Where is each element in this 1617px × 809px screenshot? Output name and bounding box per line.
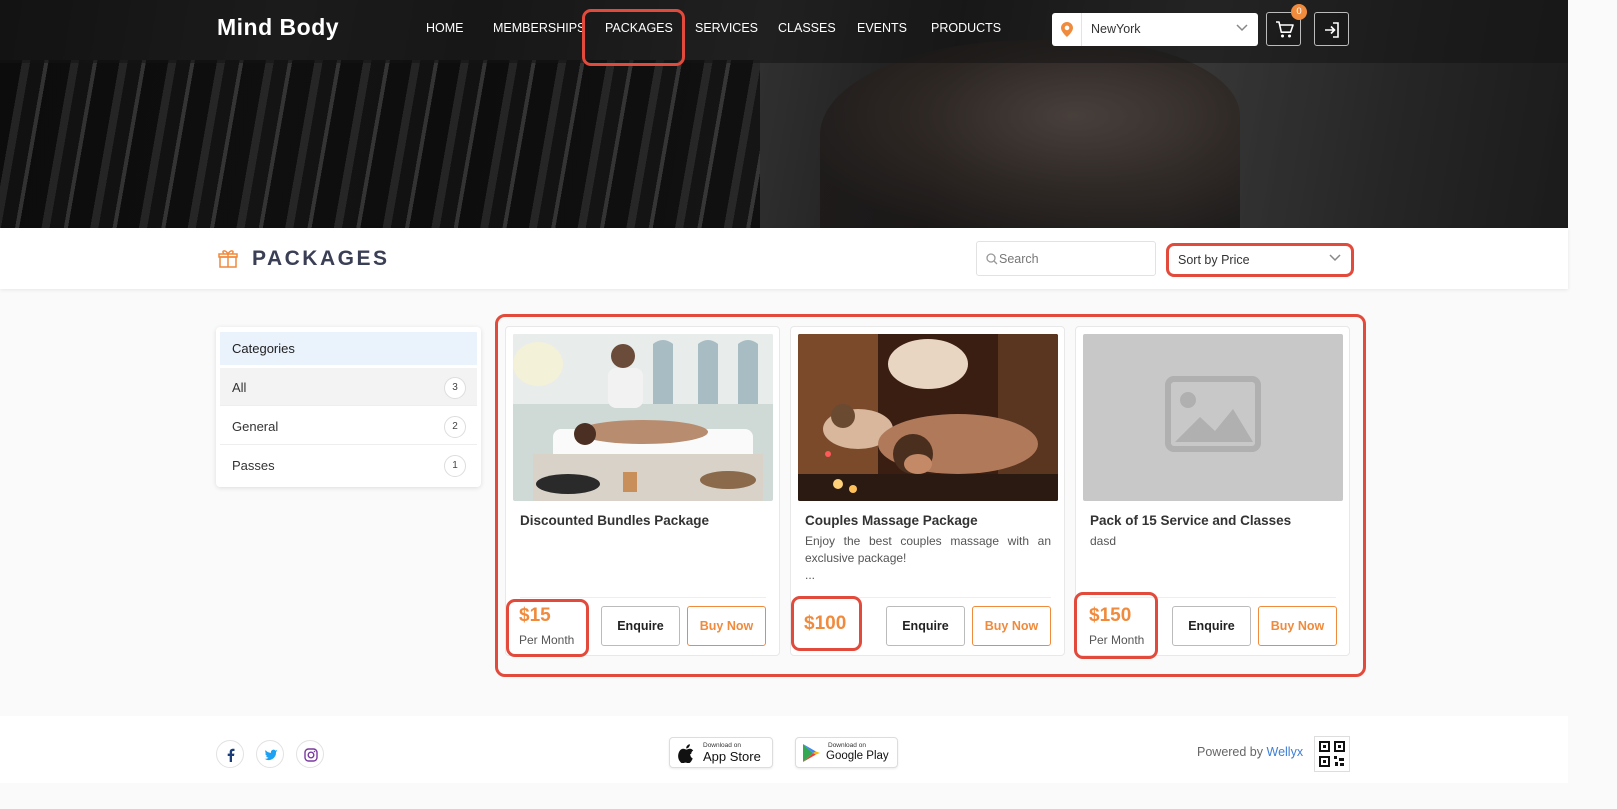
wellyx-link[interactable]: Wellyx (1267, 745, 1304, 759)
package-price: $15 (519, 605, 551, 626)
package-period: Per Month (1089, 633, 1145, 647)
nav-classes[interactable]: CLASSES (778, 21, 836, 35)
nav-home[interactable]: HOME (426, 21, 464, 35)
enquire-button[interactable]: Enquire (1172, 606, 1251, 646)
category-count-badge: 3 (444, 377, 466, 399)
package-box-icon (218, 250, 238, 268)
instagram-link[interactable] (296, 740, 324, 768)
login-button[interactable] (1314, 12, 1349, 46)
package-image-spa-massage (513, 334, 773, 501)
search-icon (986, 253, 998, 265)
twitter-icon (264, 749, 278, 761)
image-placeholder-icon (1165, 376, 1261, 452)
instagram-icon (304, 748, 318, 762)
chevron-down-icon (1236, 24, 1248, 32)
category-item-all[interactable]: All 3 (220, 368, 477, 406)
package-name[interactable]: Couples Massage Package (805, 513, 978, 528)
category-count-badge: 1 (444, 455, 466, 477)
package-price: $150 (1089, 605, 1132, 626)
location-value: NewYork (1091, 22, 1141, 36)
chevron-down-icon (1329, 254, 1341, 262)
twitter-link[interactable] (256, 740, 284, 768)
package-image-couples-massage (798, 334, 1058, 501)
package-description: dasd (1090, 534, 1117, 548)
qr-code-icon[interactable] (1314, 736, 1350, 772)
sort-value: Sort by Price (1178, 253, 1250, 267)
package-price: $100 (804, 613, 847, 634)
buy-now-button[interactable]: Buy Now (687, 606, 766, 646)
buy-now-button[interactable]: Buy Now (972, 606, 1051, 646)
google-play-icon (803, 744, 820, 762)
app-store-badge[interactable]: Download on App Store (669, 737, 773, 768)
location-select[interactable]: NewYork (1052, 13, 1258, 46)
brand-logo[interactable]: Mind Body (217, 14, 339, 41)
buy-now-button[interactable]: Buy Now (1258, 606, 1337, 646)
category-item-general[interactable]: General 2 (220, 407, 477, 445)
cart-count-badge: 0 (1291, 4, 1307, 20)
nav-packages-highlight (582, 9, 685, 66)
sign-in-icon (1325, 22, 1339, 38)
facebook-link[interactable] (216, 740, 244, 768)
search-input[interactable] (999, 242, 1149, 275)
category-item-passes[interactable]: Passes 1 (220, 446, 477, 484)
sort-dropdown[interactable]: Sort by Price (1166, 243, 1354, 277)
enquire-button[interactable]: Enquire (886, 606, 965, 646)
description-ellipsis: ... (805, 568, 816, 582)
google-play-badge[interactable]: Download on Google Play (795, 737, 898, 768)
nav-memberships[interactable]: MEMBERSHIPS (493, 21, 585, 35)
facebook-icon (227, 748, 235, 762)
nav-services[interactable]: SERVICES (695, 21, 758, 35)
search-box[interactable] (976, 241, 1156, 276)
apple-icon (678, 744, 694, 763)
categories-panel: Categories All 3 General 2 Passes 1 (216, 327, 481, 487)
package-image-placeholder (1083, 334, 1343, 501)
nav-events[interactable]: EVENTS (857, 21, 907, 35)
nav-products[interactable]: PRODUCTS (931, 21, 1001, 35)
enquire-button[interactable]: Enquire (601, 606, 680, 646)
category-count-badge: 2 (444, 416, 466, 438)
package-name[interactable]: Discounted Bundles Package (520, 513, 709, 528)
categories-heading: Categories (220, 332, 477, 365)
package-description: Enjoy the best couples massage with an e… (805, 534, 1051, 582)
location-pin-icon (1052, 13, 1082, 46)
package-period: Per Month (519, 633, 575, 647)
package-name[interactable]: Pack of 15 Service and Classes (1090, 513, 1291, 528)
powered-by: Powered by Wellyx (1197, 745, 1304, 759)
cart-icon (1276, 21, 1294, 38)
page-title: PACKAGES (252, 247, 390, 270)
